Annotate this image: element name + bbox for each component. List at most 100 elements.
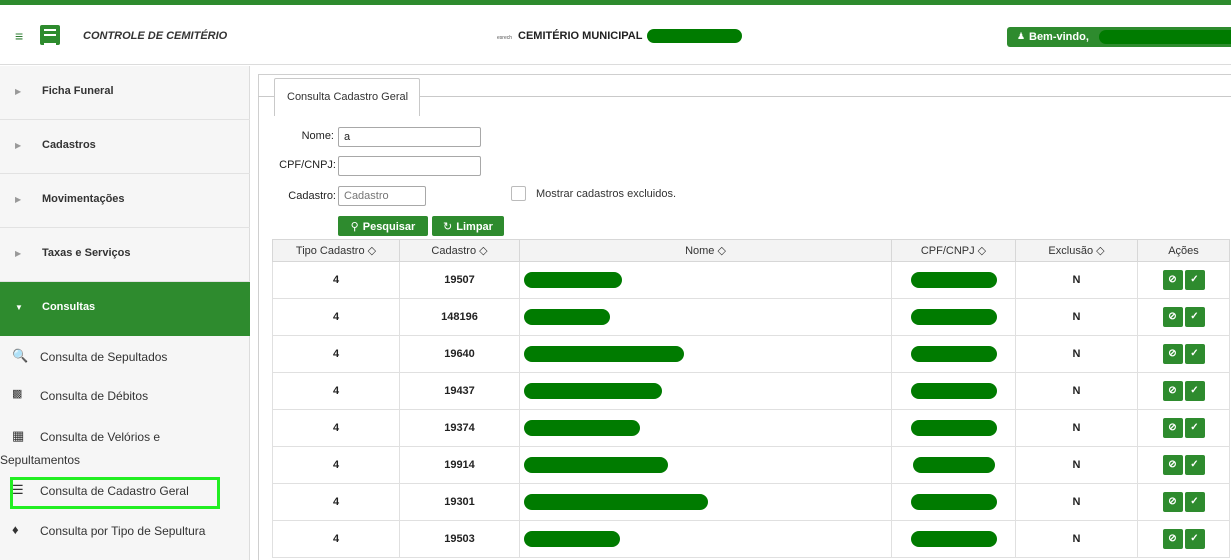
cemetery-title: CEMITÉRIO MUNICIPAL (518, 30, 643, 42)
sidebar-item-ficha-funeral[interactable]: ▶ Ficha Funeral (0, 66, 250, 120)
redacted-cpf (910, 309, 997, 325)
cell-cadastro: 19507 (399, 261, 520, 299)
cadastro-input[interactable] (338, 186, 426, 206)
user-icon: ♟ (1017, 31, 1026, 41)
sidebar-item-label: Taxas e Serviços (42, 247, 131, 259)
chevron-right-icon: ▶ (15, 87, 22, 96)
redacted-name (524, 309, 610, 325)
cell-tipo: 4 (272, 483, 400, 521)
cell-acoes: ⊘ ✓ (1137, 261, 1230, 299)
column-header-cpf[interactable]: CPF/CNPJ ◇ (891, 239, 1016, 262)
cpf-label: CPF/CNPJ: (279, 159, 336, 171)
submenu-consulta-velorios[interactable]: ▦ Consulta de Velórios e Sepultamentos (0, 426, 250, 472)
table-row: 4 148196 N ⊘ ✓ (272, 298, 1230, 336)
cell-cadastro: 19640 (399, 335, 520, 373)
table-row: 4 19640 N ⊘ ✓ (272, 335, 1230, 373)
sidebar-item-label: Movimentações (42, 193, 125, 205)
cell-cpf (891, 446, 1016, 484)
column-header-nome[interactable]: Nome ◇ (519, 239, 892, 262)
esrech-logo: esrech (497, 35, 513, 41)
clear-button-label: Limpar (456, 220, 493, 233)
search-icon: ⚲ (350, 220, 359, 233)
money-icon: ▩ (12, 388, 23, 400)
refresh-icon: ↻ (443, 220, 453, 233)
submenu-consulta-tipo-sepultura[interactable]: ♦ Consulta por Tipo de Sepultura (0, 520, 250, 544)
block-icon[interactable]: ⊘ (1162, 529, 1183, 549)
table-row: 4 19437 N ⊘ ✓ (272, 372, 1230, 410)
highlight-box (10, 477, 220, 509)
check-icon[interactable]: ✓ (1184, 381, 1205, 401)
block-icon[interactable]: ⊘ (1162, 492, 1183, 512)
cell-cadastro: 19301 (399, 483, 520, 521)
redacted-name (524, 494, 708, 510)
hamburger-menu-icon[interactable]: ≡ (15, 28, 23, 44)
block-icon[interactable]: ⊘ (1162, 381, 1183, 401)
redacted-user-name (1099, 30, 1231, 44)
check-icon[interactable]: ✓ (1184, 270, 1205, 290)
block-icon[interactable]: ⊘ (1162, 307, 1183, 327)
check-icon[interactable]: ✓ (1184, 344, 1205, 364)
cpf-input[interactable] (338, 156, 481, 176)
block-icon[interactable]: ⊘ (1162, 455, 1183, 475)
cell-exclusao: N (1015, 409, 1138, 447)
cell-acoes: ⊘ ✓ (1137, 446, 1230, 484)
welcome-badge[interactable]: ♟ Bem-vindo, (1007, 27, 1231, 47)
column-header-exclusao[interactable]: Exclusão ◇ (1015, 239, 1138, 262)
cell-exclusao: N (1015, 335, 1138, 373)
clear-button[interactable]: ↻ Limpar (432, 216, 504, 236)
table-row: 4 19374 N ⊘ ✓ (272, 409, 1230, 447)
cell-cadastro: 19374 (399, 409, 520, 447)
submenu-consulta-debitos[interactable]: ▩ Consulta de Débitos (0, 385, 250, 409)
search-icon: 🔍 (12, 348, 29, 363)
check-icon[interactable]: ✓ (1184, 492, 1205, 512)
column-header-cadastro[interactable]: Cadastro ◇ (399, 239, 520, 262)
sidebar-item-consultas[interactable]: ▼ Consultas (0, 282, 250, 336)
search-button[interactable]: ⚲ Pesquisar (338, 216, 428, 236)
sidebar-item-label: Consultas (42, 301, 96, 313)
cell-tipo: 4 (272, 520, 400, 558)
cell-acoes: ⊘ ✓ (1137, 372, 1230, 410)
cell-cpf (891, 335, 1016, 373)
redacted-cpf (912, 457, 995, 473)
cell-acoes: ⊘ ✓ (1137, 409, 1230, 447)
block-icon[interactable]: ⊘ (1162, 344, 1183, 364)
cell-nome (519, 261, 892, 299)
block-icon[interactable]: ⊘ (1162, 270, 1183, 290)
cell-acoes: ⊘ ✓ (1137, 520, 1230, 558)
welcome-text: Bem-vindo, (1029, 31, 1089, 43)
sidebar-item-label: Cadastros (42, 139, 96, 151)
table-row: 4 19507 N ⊘ ✓ (272, 261, 1230, 299)
redacted-cpf (910, 531, 997, 547)
sidebar-item-taxas-e-servicos[interactable]: ▶ Taxas e Serviços (0, 228, 250, 282)
cell-cpf (891, 372, 1016, 410)
nome-label: Nome: (301, 130, 334, 142)
cell-exclusao: N (1015, 483, 1138, 521)
cadastro-label: Cadastro: (288, 190, 336, 202)
cell-tipo: 4 (272, 372, 400, 410)
cell-acoes: ⊘ ✓ (1137, 298, 1230, 336)
submenu-consulta-sepultados[interactable]: 🔍 Consulta de Sepultados (0, 346, 250, 370)
panel-tab[interactable]: Consulta Cadastro Geral (274, 78, 420, 116)
cell-nome (519, 409, 892, 447)
cell-exclusao: N (1015, 261, 1138, 299)
check-icon[interactable]: ✓ (1184, 307, 1205, 327)
sidebar-item-movimentacoes[interactable]: ▶ Movimentações (0, 174, 250, 228)
cell-cadastro: 19437 (399, 372, 520, 410)
cell-cadastro: 19503 (399, 520, 520, 558)
cell-tipo: 4 (272, 298, 400, 336)
cell-exclusao: N (1015, 446, 1138, 484)
block-icon[interactable]: ⊘ (1162, 418, 1183, 438)
show-deleted-checkbox[interactable] (511, 186, 526, 201)
column-header-tipo[interactable]: Tipo Cadastro ◇ (272, 239, 400, 262)
redacted-name (524, 346, 684, 362)
nome-input[interactable] (338, 127, 481, 147)
check-icon[interactable]: ✓ (1184, 455, 1205, 475)
sidebar-item-label: Ficha Funeral (42, 85, 114, 97)
redacted-cemetery-name (647, 29, 742, 43)
cell-nome (519, 446, 892, 484)
check-icon[interactable]: ✓ (1184, 418, 1205, 438)
sidebar-item-cadastros[interactable]: ▶ Cadastros (0, 120, 250, 174)
table-row: 4 19503 N ⊘ ✓ (272, 520, 1230, 558)
cell-nome (519, 372, 892, 410)
check-icon[interactable]: ✓ (1184, 529, 1205, 549)
